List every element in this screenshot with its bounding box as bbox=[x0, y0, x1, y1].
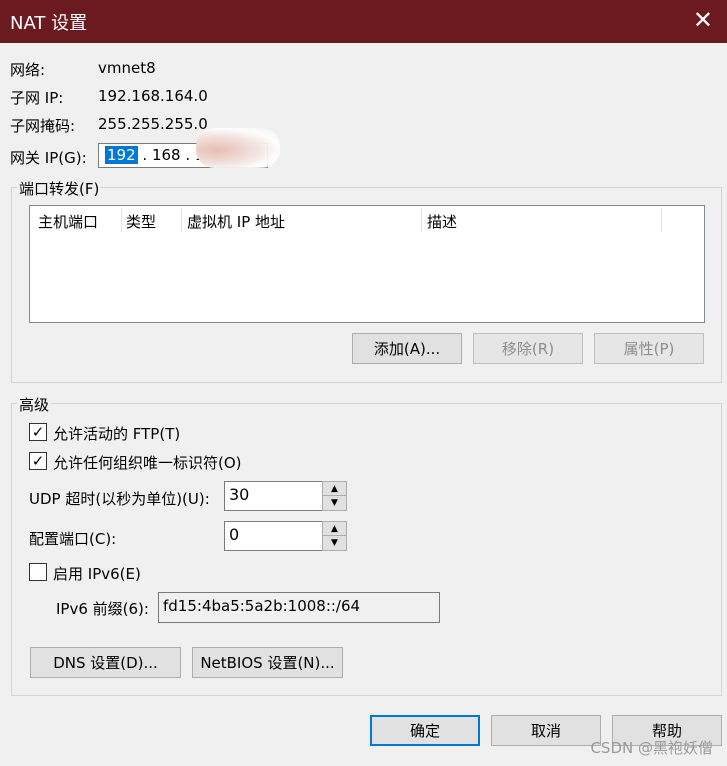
spin-down-icon[interactable]: ▼ bbox=[323, 496, 346, 510]
advanced-legend: 高级 bbox=[17, 394, 52, 415]
allow-any-oui-label[interactable]: 允许任何组织唯一标识符(O) bbox=[53, 452, 242, 473]
allow-any-oui-checkbox[interactable]: ✓ bbox=[29, 452, 47, 470]
privacy-blur bbox=[196, 128, 280, 168]
config-port-label: 配置端口(C): bbox=[29, 530, 117, 548]
network-label: 网络: bbox=[10, 61, 46, 79]
spin-down-icon[interactable]: ▼ bbox=[323, 536, 346, 550]
ok-button[interactable]: 确定 bbox=[370, 715, 480, 746]
port-forwarding-table[interactable]: 主机端口 类型 虚拟机 IP 地址 描述 bbox=[29, 205, 705, 323]
title-bar: NAT 设置 ✕ bbox=[0, 0, 727, 43]
udp-timeout-input[interactable]: 30 bbox=[224, 481, 323, 511]
subnet-ip-label: 子网 IP: bbox=[10, 89, 64, 107]
subnet-mask-value: 255.255.255.0 bbox=[98, 115, 208, 133]
dns-settings-button[interactable]: DNS 设置(D)... bbox=[30, 647, 181, 678]
udp-timeout-label: UDP 超时(以秒为单位)(U): bbox=[29, 490, 210, 508]
column-header-host-port[interactable]: 主机端口 bbox=[38, 211, 98, 232]
column-separator bbox=[121, 208, 122, 232]
csdn-watermark: CSDN @黑袍妖僧 bbox=[590, 739, 713, 757]
column-header-vm-ip[interactable]: 虚拟机 IP 地址 bbox=[187, 211, 285, 232]
column-separator bbox=[661, 208, 662, 232]
config-port-spinner: ▲ ▼ bbox=[322, 521, 347, 551]
enable-ipv6-label[interactable]: 启用 IPv6(E) bbox=[53, 563, 141, 584]
subnet-mask-label: 子网掩码: bbox=[10, 117, 76, 135]
gateway-ip-label: 网关 IP(G): bbox=[10, 149, 87, 167]
remove-button[interactable]: 移除(R) bbox=[473, 333, 583, 364]
ipv6-prefix-label: IPv6 前缀(6): bbox=[56, 600, 149, 618]
column-separator bbox=[181, 208, 182, 232]
column-header-description[interactable]: 描述 bbox=[427, 211, 457, 232]
enable-ipv6-checkbox[interactable] bbox=[29, 563, 47, 581]
checkmark-icon: ✓ bbox=[31, 423, 45, 441]
spin-up-icon[interactable]: ▲ bbox=[323, 482, 346, 496]
gateway-ip-rest: . 168 . 1 bbox=[137, 146, 205, 164]
port-forwarding-legend: 端口转发(F) bbox=[17, 178, 102, 199]
subnet-ip-value: 192.168.164.0 bbox=[98, 87, 208, 105]
allow-active-ftp-checkbox[interactable]: ✓ bbox=[29, 423, 47, 441]
allow-active-ftp-label[interactable]: 允许活动的 FTP(T) bbox=[53, 423, 180, 444]
spin-up-icon[interactable]: ▲ bbox=[323, 522, 346, 536]
add-button[interactable]: 添加(A)... bbox=[352, 333, 462, 364]
network-value: vmnet8 bbox=[98, 59, 156, 77]
column-separator bbox=[421, 208, 422, 232]
cancel-button[interactable]: 取消 bbox=[491, 715, 601, 746]
config-port-input[interactable]: 0 bbox=[224, 521, 323, 551]
checkmark-icon: ✓ bbox=[31, 452, 45, 470]
udp-timeout-spinner: ▲ ▼ bbox=[322, 481, 347, 511]
ipv6-prefix-input[interactable]: fd15:4ba5:5a2b:1008::/64 bbox=[158, 592, 440, 623]
column-header-type[interactable]: 类型 bbox=[126, 211, 156, 232]
close-icon[interactable]: ✕ bbox=[693, 7, 713, 33]
properties-button[interactable]: 属性(P) bbox=[594, 333, 704, 364]
netbios-settings-button[interactable]: NetBIOS 设置(N)... bbox=[192, 647, 343, 678]
window-title: NAT 设置 bbox=[10, 13, 88, 34]
gateway-ip-octet-selected: 192 bbox=[105, 146, 138, 164]
